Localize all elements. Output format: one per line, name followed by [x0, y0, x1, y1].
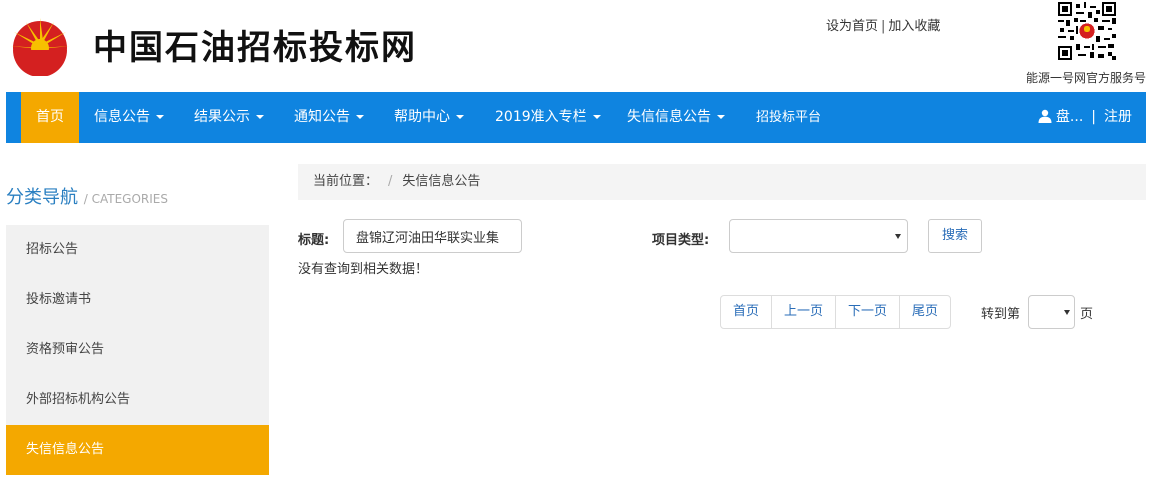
category-title: 分类导航 / CATEGORIES: [6, 183, 168, 209]
search-button[interactable]: 搜索: [928, 219, 982, 253]
sidebar-item-label: 失信信息公告: [26, 442, 105, 457]
sidebar-item-tender-notice[interactable]: 招标公告: [6, 225, 269, 275]
nav-item-info-notice[interactable]: 信息公告: [94, 92, 164, 143]
last-page-button[interactable]: 尾页: [899, 295, 952, 329]
no-data-message: 没有查询到相关数据！: [298, 262, 429, 277]
goto-page-label: 转到第: [981, 307, 1021, 322]
prev-page-button[interactable]: 上一页: [771, 295, 837, 329]
sidebar-item-external-agency[interactable]: 外部招标机构公告: [6, 375, 269, 425]
qr-caption: 能源一号网官方服务号: [1026, 71, 1147, 85]
caret-down-icon: [717, 115, 725, 119]
caret-down-icon: [592, 115, 601, 119]
site-title: 中国石油招标投标网: [93, 28, 417, 68]
nav-label: 结果公示: [194, 109, 250, 125]
nav-label: 帮助中心: [394, 109, 450, 125]
nav-label: 2019准入专栏: [495, 109, 587, 125]
user-icon: [1038, 109, 1052, 123]
breadcrumb: 当前位置： / 失信信息公告: [298, 164, 1146, 200]
user-name-link[interactable]: 盘...: [1056, 109, 1083, 125]
sidebar-menu: 招标公告 投标邀请书 资格预审公告 外部招标机构公告 失信信息公告: [6, 225, 269, 475]
title-input[interactable]: [343, 219, 522, 253]
site-header: 中国石油招标投标网 设为首页 | 加入收藏 能源一号网官方服务号: [0, 0, 1149, 92]
sidebar-item-label: 投标邀请书: [26, 292, 92, 307]
category-title-text: 分类导航: [6, 187, 78, 208]
link-separator: |: [881, 19, 886, 34]
page-unit-label: 页: [1080, 307, 1094, 322]
top-links: 设为首页 | 加入收藏: [826, 15, 940, 34]
next-page-button[interactable]: 下一页: [835, 295, 901, 329]
nav-item-dishonesty[interactable]: 失信信息公告: [627, 92, 725, 143]
breadcrumb-prefix: 当前位置：: [313, 174, 379, 189]
goto-page-select[interactable]: [1028, 295, 1075, 329]
sidebar-item-label: 招标公告: [26, 242, 79, 257]
caret-down-icon: [456, 115, 464, 119]
dropdown-arrow-icon: [895, 234, 901, 239]
sidebar-item-prequalification[interactable]: 资格预审公告: [6, 325, 269, 375]
pagination: 首页 上一页 下一页 尾页: [720, 295, 952, 329]
nav-label: 通知公告: [294, 109, 350, 125]
breadcrumb-current: 失信信息公告: [402, 174, 481, 189]
category-subtitle: / CATEGORIES: [83, 192, 168, 206]
nav-label: 信息公告: [94, 109, 150, 125]
project-type-select[interactable]: [729, 219, 908, 253]
nav-label: 失信信息公告: [627, 109, 711, 125]
sidebar-item-bid-invitation[interactable]: 投标邀请书: [6, 275, 269, 325]
caret-down-icon: [156, 115, 164, 119]
nav-item-bidding-platform[interactable]: 招投标平台: [756, 92, 821, 143]
sidebar-item-label: 外部招标机构公告: [26, 392, 131, 407]
nav-item-results[interactable]: 结果公示: [194, 92, 264, 143]
nav-user-area: 盘... | 注册: [1038, 92, 1132, 143]
set-homepage-link[interactable]: 设为首页: [826, 19, 878, 34]
petrochina-logo-icon[interactable]: [6, 8, 74, 76]
nav-item-2019-access[interactable]: 2019准入专栏: [495, 92, 601, 143]
nav-label: 首页: [36, 109, 64, 125]
caret-down-icon: [256, 115, 264, 119]
project-type-label: 项目类型:: [652, 233, 710, 248]
qr-code-icon: [1058, 2, 1116, 60]
breadcrumb-separator: /: [388, 174, 393, 189]
sidebar-item-label: 资格预审公告: [26, 342, 105, 357]
caret-down-icon: [356, 115, 364, 119]
first-page-button[interactable]: 首页: [720, 295, 773, 329]
nav-separator: |: [1091, 109, 1096, 125]
register-link[interactable]: 注册: [1104, 109, 1132, 125]
title-label: 标题:: [298, 233, 330, 248]
dropdown-arrow-icon: [1064, 310, 1070, 315]
main-nav: 首页 信息公告 结果公示 通知公告 帮助中心 2019准入专栏 失信信息公告 招…: [6, 92, 1146, 143]
nav-item-notices[interactable]: 通知公告: [294, 92, 364, 143]
add-favorite-link[interactable]: 加入收藏: [888, 19, 940, 34]
nav-item-help[interactable]: 帮助中心: [394, 92, 464, 143]
nav-label: 招投标平台: [756, 110, 822, 125]
sidebar-item-dishonesty[interactable]: 失信信息公告: [6, 425, 269, 475]
nav-item-home[interactable]: 首页: [21, 92, 79, 143]
